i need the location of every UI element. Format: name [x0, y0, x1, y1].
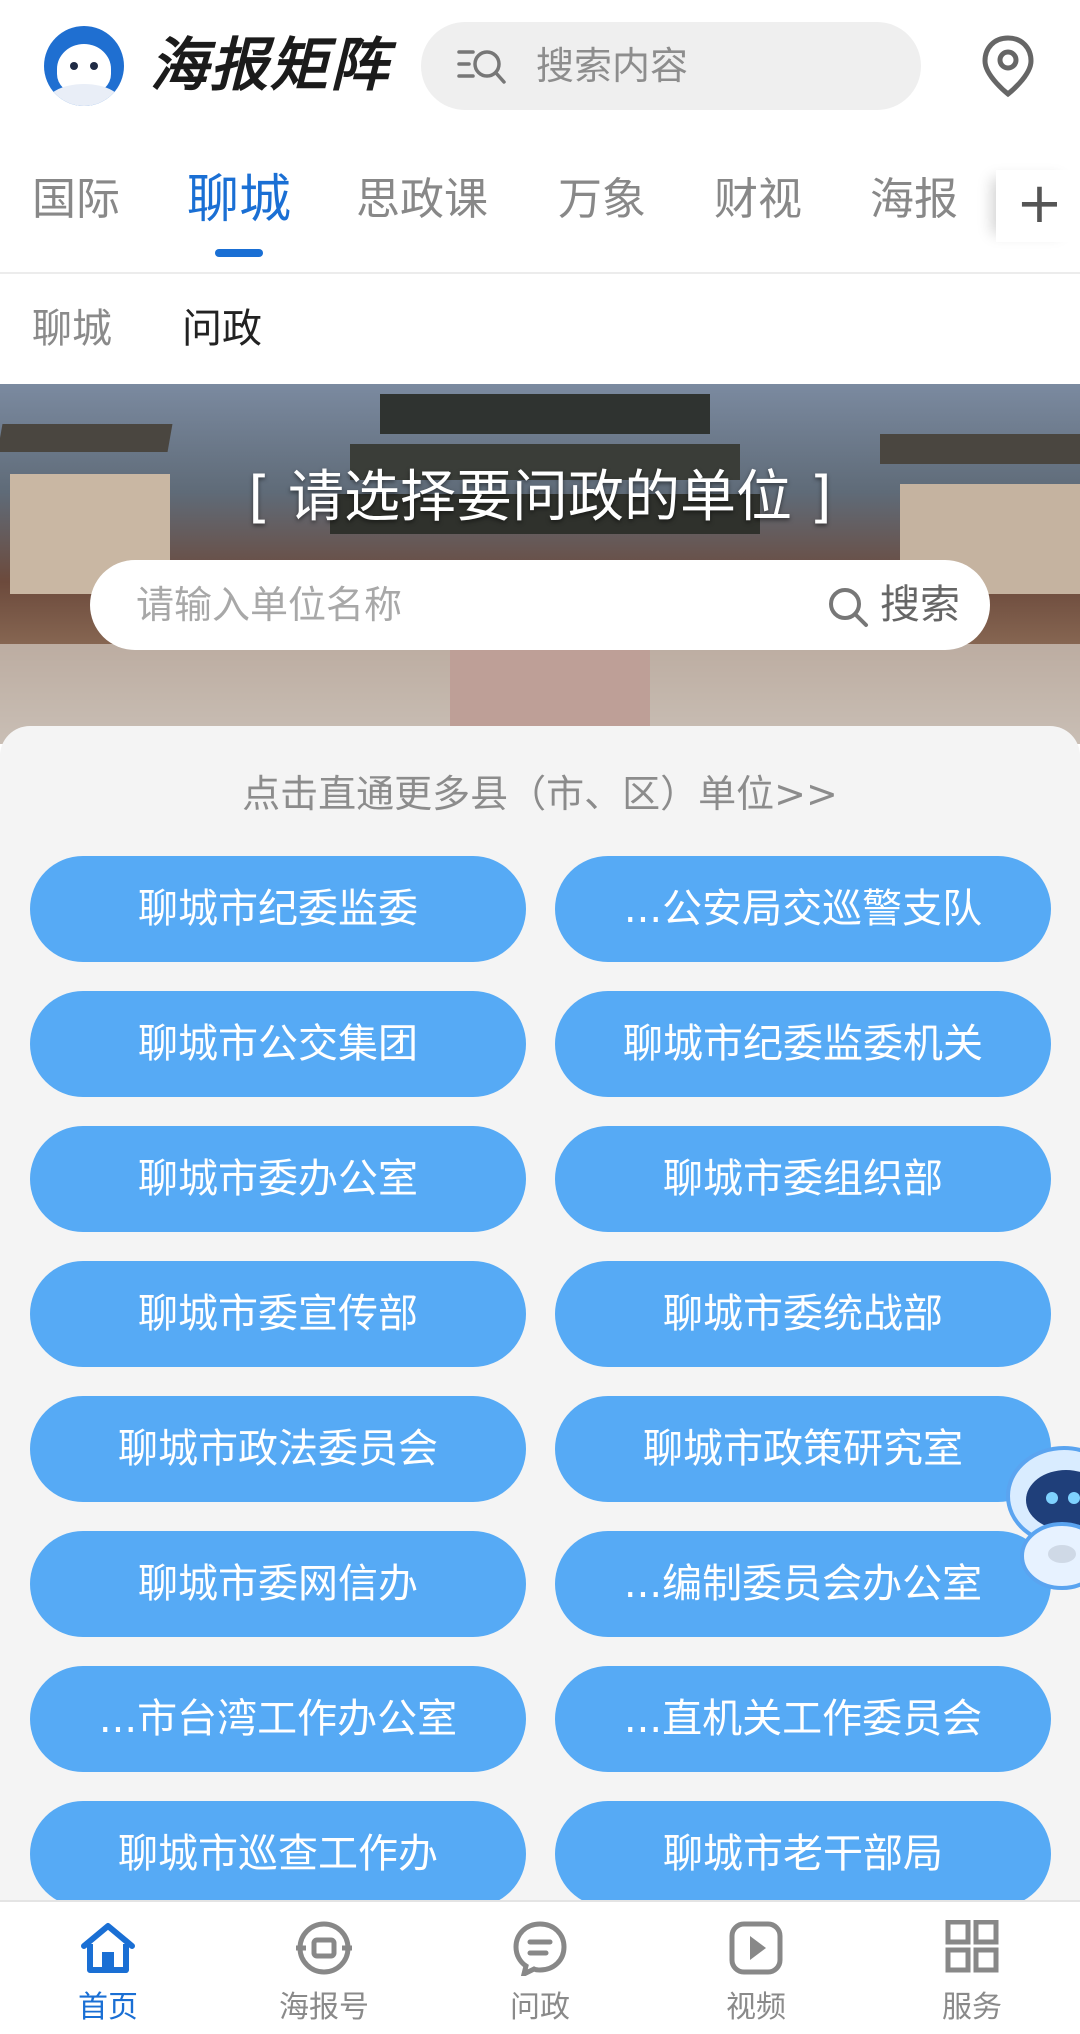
units-panel: 点击直通更多县（市、区）单位>> 聊城市纪委监委 ...公安局交巡警支队 聊城市…	[0, 726, 1080, 1907]
subtab-wenzheng[interactable]: 问政	[182, 300, 262, 358]
tab-wanxiang[interactable]: 万象	[558, 170, 646, 230]
nav-services-label: 服务	[942, 1990, 1002, 2025]
more-counties-link[interactable]: 点击直通更多县（市、区）单位>>	[0, 766, 1080, 822]
poster-account-icon	[296, 1921, 352, 1975]
unit-button[interactable]: ...市台湾工作办公室	[30, 1666, 526, 1772]
nav-wenzheng-label: 问政	[510, 1990, 570, 2025]
nav-home[interactable]: 首页	[0, 1902, 216, 2034]
location-pin-icon[interactable]	[980, 34, 1036, 98]
brand-title: 海报矩阵	[150, 31, 391, 99]
tab-sizhengke[interactable]: 思政课	[356, 170, 488, 230]
unit-button[interactable]: 聊城市政法委员会	[30, 1396, 526, 1502]
nav-home-label: 首页	[78, 1990, 138, 2025]
chat-question-icon	[513, 1921, 567, 1976]
unit-button[interactable]: ...直机关工作委员会	[555, 1666, 1051, 1772]
nav-wenzheng[interactable]: 问政	[432, 1902, 648, 2034]
unit-search-bar[interactable]: 请输入单位名称 搜索	[90, 560, 990, 650]
robot-assistant-icon[interactable]	[1004, 1436, 1080, 1596]
unit-button[interactable]: 聊城市委办公室	[30, 1126, 526, 1232]
unit-button[interactable]: 聊城市委组织部	[555, 1126, 1051, 1232]
unit-button[interactable]: 聊城市政策研究室	[555, 1396, 1051, 1502]
tab-caishi[interactable]: 财视	[714, 170, 802, 230]
subtab-liaocheng[interactable]: 聊城	[32, 300, 112, 358]
play-video-icon	[729, 1921, 783, 1975]
home-icon	[81, 1923, 135, 1973]
unit-button[interactable]: 聊城市委网信办	[30, 1531, 526, 1637]
channel-tabs: 国际 聊城 思政课 万象 财视 海报 +	[0, 140, 1080, 274]
unit-search-input[interactable]: 请输入单位名称	[136, 560, 402, 650]
nav-poster-account[interactable]: 海报号	[216, 1902, 432, 2034]
unit-button[interactable]: ...编制委员会办公室	[555, 1531, 1051, 1637]
unit-button[interactable]: 聊城市巡查工作办	[30, 1801, 526, 1907]
search-icon	[829, 588, 868, 627]
active-tab-indicator	[215, 249, 263, 257]
tab-liaocheng[interactable]: 聊城	[187, 170, 291, 230]
unit-button[interactable]: 聊城市公交集团	[30, 991, 526, 1097]
app-header: 海报矩阵 搜索内容	[0, 0, 1080, 135]
nav-poster-account-label: 海报号	[279, 1990, 369, 2025]
unit-button[interactable]: 聊城市老干部局	[555, 1801, 1051, 1907]
unit-button[interactable]: 聊城市纪委监委	[30, 856, 526, 962]
banner-title: [ 请选择要问政的单位 ]	[248, 465, 832, 530]
unit-button[interactable]: 聊城市委统战部	[555, 1261, 1051, 1367]
tab-haibao[interactable]: 海报	[870, 170, 958, 230]
unit-button[interactable]: 聊城市委宣传部	[30, 1261, 526, 1367]
bottom-navigation: 首页 海报号 问政 视频 服务	[0, 1900, 1080, 2034]
seal-logo-icon[interactable]	[44, 26, 124, 106]
unit-search-button-label: 搜索	[880, 582, 960, 628]
search-list-icon	[457, 50, 506, 84]
sub-tabs: 聊城 问政	[0, 274, 1080, 384]
unit-search-button[interactable]: 搜索	[826, 560, 960, 650]
unit-button[interactable]: 聊城市纪委监委机关	[555, 991, 1051, 1097]
nav-video[interactable]: 视频	[648, 1902, 864, 2034]
top-search-bar[interactable]: 搜索内容	[421, 22, 921, 110]
nav-video-label: 视频	[726, 1990, 786, 2025]
unit-button[interactable]: ...公安局交巡警支队	[555, 856, 1051, 962]
grid-services-icon	[945, 1920, 999, 1973]
top-search-placeholder: 搜索内容	[536, 44, 689, 88]
nav-services[interactable]: 服务	[864, 1902, 1080, 2034]
wenzheng-banner: [ 请选择要问政的单位 ] 请输入单位名称 搜索	[0, 384, 1080, 744]
plus-icon: +	[1016, 171, 1063, 236]
add-channel-button[interactable]: +	[996, 170, 1080, 242]
tab-guoji[interactable]: 国际	[32, 170, 120, 230]
